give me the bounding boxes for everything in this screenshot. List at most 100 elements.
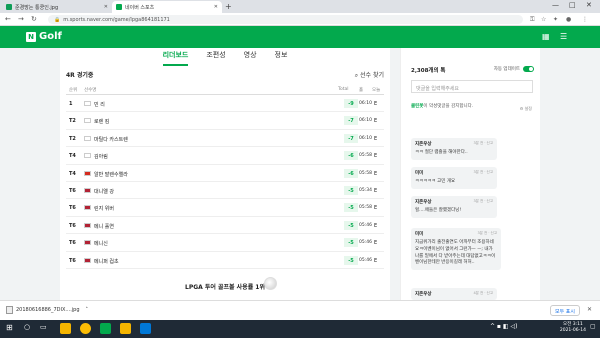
taskbar-app-icon[interactable] xyxy=(60,323,71,334)
extension-icon[interactable]: ✦ xyxy=(553,16,558,23)
taskbar-app-icon[interactable] xyxy=(100,323,111,334)
new-tab-button[interactable]: + xyxy=(225,2,232,11)
row-thru: 06:10 xyxy=(359,118,372,124)
golf-ball-icon xyxy=(264,277,277,290)
row-today: E xyxy=(374,257,378,264)
folder-icon[interactable] xyxy=(120,323,131,334)
calendar-icon[interactable]: ▦ xyxy=(542,32,550,41)
ad-banner[interactable]: LPGA 투어 골프볼 사용률 1위 xyxy=(66,274,384,296)
golf-logo[interactable]: N Golf xyxy=(26,31,62,42)
flag-icon xyxy=(84,205,91,211)
windows-start-icon[interactable]: ⊞ xyxy=(6,323,13,332)
toggle-switch[interactable] xyxy=(523,66,534,72)
search-icon[interactable]: ○ xyxy=(24,323,30,331)
key-icon[interactable]: ⚿ xyxy=(530,16,535,24)
edge-icon[interactable] xyxy=(140,323,151,334)
tab-close-icon[interactable]: ✕ xyxy=(214,4,218,10)
table-row[interactable]: T2 마틸다 카스트렌 -7 06:10 E xyxy=(66,130,384,148)
comment: 미미 3분 전 · 신고 ㅋㅋㅋㅋㅋ 고민 개요 xyxy=(411,167,497,189)
table-row[interactable]: T6 메니 홀연 -5 05:46 E xyxy=(66,217,384,235)
minimize-button[interactable]: — xyxy=(552,1,559,9)
table-row[interactable]: T6 메니신 -5 05:46 E xyxy=(66,234,384,252)
row-thru: 06:10 xyxy=(359,101,372,106)
tab-favicon-icon xyxy=(6,4,12,10)
auto-update-toggle[interactable]: 자동 업데이트 xyxy=(494,66,534,72)
table-row[interactable]: T4 김아림 -6 05:58 E xyxy=(66,147,384,165)
tab-video[interactable]: 영상 xyxy=(244,48,257,66)
row-score: -5 xyxy=(344,255,358,265)
row-player-name: 메니신 xyxy=(94,241,108,248)
row-score: -6 xyxy=(344,168,358,178)
flag-icon xyxy=(84,135,91,141)
comment-meta[interactable]: 3분 전 · 신고 xyxy=(473,170,493,175)
row-pos: T6 xyxy=(69,257,76,264)
tab-title: 준경방는 통쿵인.jpg xyxy=(15,4,59,11)
table-row[interactable]: T2 로렌 킴 -7 06:10 E xyxy=(66,112,384,130)
site-header: N Golf ▦ ☰ xyxy=(0,26,600,48)
reload-icon[interactable]: ↻ xyxy=(31,15,37,23)
maximize-button[interactable]: □ xyxy=(569,1,576,9)
download-bar: 20180616886_7DIX....jpg ˄ 모두 표시 ✕ xyxy=(0,300,600,320)
forward-icon[interactable]: → xyxy=(18,15,24,23)
tab-info[interactable]: 정보 xyxy=(275,48,288,66)
tab-groups[interactable]: 조편성 xyxy=(206,48,225,66)
chevron-up-icon[interactable]: ˄ xyxy=(86,307,89,313)
chrome-icon[interactable] xyxy=(80,323,91,334)
browser-tab[interactable]: 준경방는 통쿵인.jpg ✕ xyxy=(2,1,112,13)
close-download-bar-button[interactable]: ✕ xyxy=(587,306,592,313)
download-item[interactable]: 20180616886_7DIX....jpg ˄ xyxy=(6,306,88,314)
kebab-menu-icon[interactable]: ⋮ xyxy=(582,16,588,23)
comment: 미미 3분 전 · 신고 지금위가리 출전출연도 아까부터 조용하네요ㅋ이벤이님… xyxy=(411,228,501,270)
star-icon[interactable]: ☆ xyxy=(541,16,546,23)
menu-icon[interactable]: ☰ xyxy=(560,32,567,41)
comment-meta[interactable]: 3분 전 · 신고 xyxy=(473,199,493,204)
table-row[interactable]: T6 린지 위버 -5 05:58 E xyxy=(66,199,384,217)
url-field[interactable]: 🔒 m.sports.naver.com/game/lpga864181171 xyxy=(48,15,523,24)
chat-input[interactable]: 댓글을 입력해주세요 xyxy=(411,80,533,93)
task-view-icon[interactable]: ▭ xyxy=(40,323,47,331)
chat-panel: 2,308개의 톡 자동 업데이트 댓글을 입력해주세요 클린봇이 악성댓글을 … xyxy=(400,48,540,300)
close-window-button[interactable]: ✕ xyxy=(586,1,592,9)
tab-close-icon[interactable]: ✕ xyxy=(104,4,108,10)
row-pos: 1 xyxy=(69,101,73,107)
tab-favicon-icon xyxy=(116,4,122,10)
table-row[interactable]: T6 대니엘 강 -5 05:34 E xyxy=(66,182,384,200)
table-row[interactable]: T6 메니퍼 컵초 -5 05:46 E xyxy=(66,252,384,269)
row-player-name: 로렌 킴 xyxy=(94,119,110,126)
row-pos: T6 xyxy=(69,222,76,229)
row-score: -9 xyxy=(344,99,358,108)
cleanbot-setting-button[interactable]: ⚙ 설정 xyxy=(520,106,532,112)
page-tabs: 리더보드 조편성 영상 정보 xyxy=(60,48,390,66)
row-score: -5 xyxy=(344,238,358,248)
row-player-name: 메니 홀연 xyxy=(94,223,114,230)
show-all-downloads-button[interactable]: 모두 표시 xyxy=(550,305,580,316)
cleanbot-name: 클린봇 xyxy=(411,104,424,109)
col-total: Total xyxy=(338,87,349,92)
row-score: -7 xyxy=(344,133,358,143)
table-row[interactable]: T4 알반 발렌수엘라 -6 05:58 E xyxy=(66,165,384,182)
row-thru: 05:46 xyxy=(359,257,372,263)
tray-icons[interactable]: ^ ▪ ◧ ◁) xyxy=(490,323,517,330)
url-text: m.sports.naver.com/game/lpga864181171 xyxy=(63,16,170,23)
comment-meta[interactable]: 3분 전 · 신고 xyxy=(477,231,497,236)
comment-text: ㅋㅋ 절단 램즐을 해야한다.. xyxy=(415,150,468,155)
row-score: -7 xyxy=(344,116,358,126)
row-pos: T2 xyxy=(69,135,76,142)
row-today: E xyxy=(374,188,378,194)
notification-icon[interactable]: ▢ xyxy=(590,323,596,330)
comment-meta[interactable]: 3분 전 · 신고 xyxy=(473,141,493,146)
profile-icon[interactable]: ● xyxy=(566,16,571,23)
flag-icon xyxy=(84,257,91,263)
chat-count: 2,308개의 톡 xyxy=(411,68,446,74)
comment-meta[interactable]: 4분 전 · 신고 xyxy=(473,291,493,296)
comment-text: ㅋㅋㅋㅋㅋ 고민 개요 xyxy=(415,179,456,184)
row-pos: T2 xyxy=(69,118,76,125)
table-row[interactable]: 1 민 리 -9 06:10 E xyxy=(66,95,384,113)
row-thru: 05:46 xyxy=(359,222,372,228)
row-thru: 05:34 xyxy=(359,188,372,193)
find-player-button[interactable]: ⌕ 선수 찾기 xyxy=(355,70,384,80)
browser-tab-active[interactable]: 네이버 스포츠 ✕ xyxy=(112,1,222,13)
tab-leaderboard[interactable]: 리더보드 xyxy=(162,48,189,66)
clock[interactable]: 오전 3:11 2021-06-14 xyxy=(560,322,586,335)
back-icon[interactable]: ← xyxy=(5,15,11,23)
